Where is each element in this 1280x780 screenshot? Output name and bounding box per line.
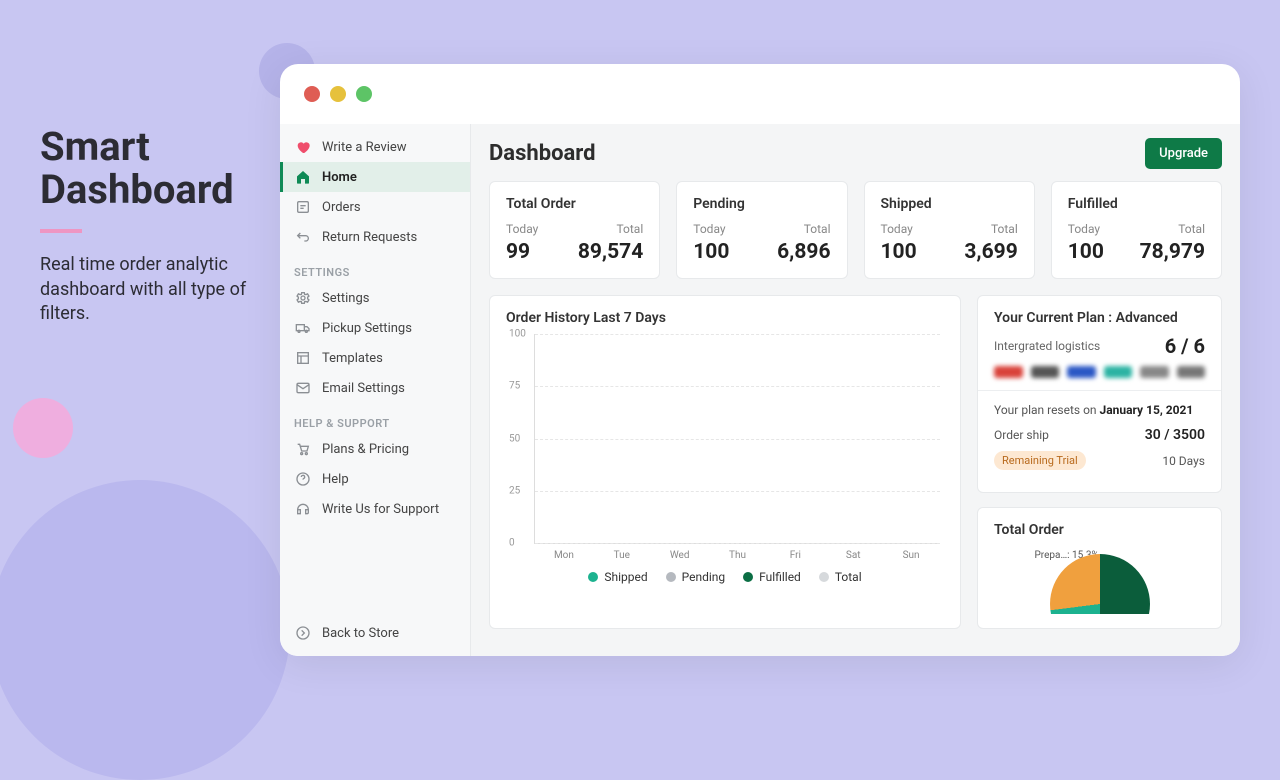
sidebar-item-support[interactable]: Write Us for Support [280, 494, 470, 524]
orders-icon [294, 198, 312, 216]
mail-icon [294, 379, 312, 397]
stat-card: PendingToday100Total6,896 [676, 181, 847, 279]
upgrade-button[interactable]: Upgrade [1145, 138, 1222, 169]
integrated-value: 6 / 6 [1165, 334, 1205, 358]
app-window: Write a Review Home Orders Return Reques… [280, 64, 1240, 656]
sidebar-item-pickup[interactable]: Pickup Settings [280, 313, 470, 343]
write-review-link[interactable]: Write a Review [280, 132, 470, 162]
stat-card: Total OrderToday99Total89,574 [489, 181, 660, 279]
sidebar-item-returns[interactable]: Return Requests [280, 222, 470, 252]
minimize-icon[interactable] [330, 86, 346, 102]
hero-text: SmartDashboard Real time order analytic … [40, 125, 260, 326]
plan-panel: Your Current Plan : Advanced Intergrated… [977, 295, 1222, 493]
arrow-right-circle-icon [294, 624, 312, 642]
return-icon [294, 228, 312, 246]
order-history-panel: Order History Last 7 Days 0255075100MonT… [489, 295, 961, 629]
headset-icon [294, 500, 312, 518]
order-ship-value: 30 / 3500 [1145, 427, 1205, 443]
template-icon [294, 349, 312, 367]
sidebar-item-email[interactable]: Email Settings [280, 373, 470, 403]
sidebar-item-help[interactable]: Help [280, 464, 470, 494]
cart-icon [294, 440, 312, 458]
heart-icon [294, 138, 312, 156]
plan-title: Your Current Plan : Advanced [994, 310, 1205, 326]
bar-chart: 0255075100MonTueWedThuFriSatSun [534, 334, 940, 544]
order-ship-label: Order ship [994, 428, 1049, 442]
main-content: Dashboard Upgrade Total OrderToday99Tota… [471, 124, 1240, 656]
maximize-icon[interactable] [356, 86, 372, 102]
window-titlebar [280, 64, 1240, 124]
sidebar-item-home[interactable]: Home [280, 162, 470, 192]
truck-icon [294, 319, 312, 337]
total-order-pie-panel: Total Order Prepa…: 15.3% [977, 507, 1222, 629]
sidebar-item-orders[interactable]: Orders [280, 192, 470, 222]
plan-reset-text: Your plan resets on January 15, 2021 [994, 403, 1205, 417]
carrier-logos [994, 366, 1205, 378]
gear-icon [294, 289, 312, 307]
sidebar-heading-settings: SETTINGS [280, 252, 470, 283]
sidebar-heading-help: HELP & SUPPORT [280, 403, 470, 434]
sidebar-item-settings[interactable]: Settings [280, 283, 470, 313]
stat-card: FulfilledToday100Total78,979 [1051, 181, 1222, 279]
stat-card: ShippedToday100Total3,699 [864, 181, 1035, 279]
help-icon [294, 470, 312, 488]
pie-title: Total Order [994, 522, 1205, 538]
sidebar: Write a Review Home Orders Return Reques… [280, 124, 471, 656]
sidebar-item-templates[interactable]: Templates [280, 343, 470, 373]
page-title: Dashboard [489, 141, 596, 166]
trial-badge: Remaining Trial [994, 451, 1086, 470]
home-icon [294, 168, 312, 186]
chart-legend: Shipped Pending Fulfilled Total [506, 570, 944, 584]
chart-title: Order History Last 7 Days [506, 310, 944, 326]
close-icon[interactable] [304, 86, 320, 102]
integrated-label: Intergrated logistics [994, 339, 1100, 353]
trial-days: 10 Days [1162, 454, 1205, 468]
back-to-store-link[interactable]: Back to Store [280, 618, 470, 648]
sidebar-item-plans[interactable]: Plans & Pricing [280, 434, 470, 464]
pie-chart: Prepa…: 15.3% [1035, 546, 1165, 614]
